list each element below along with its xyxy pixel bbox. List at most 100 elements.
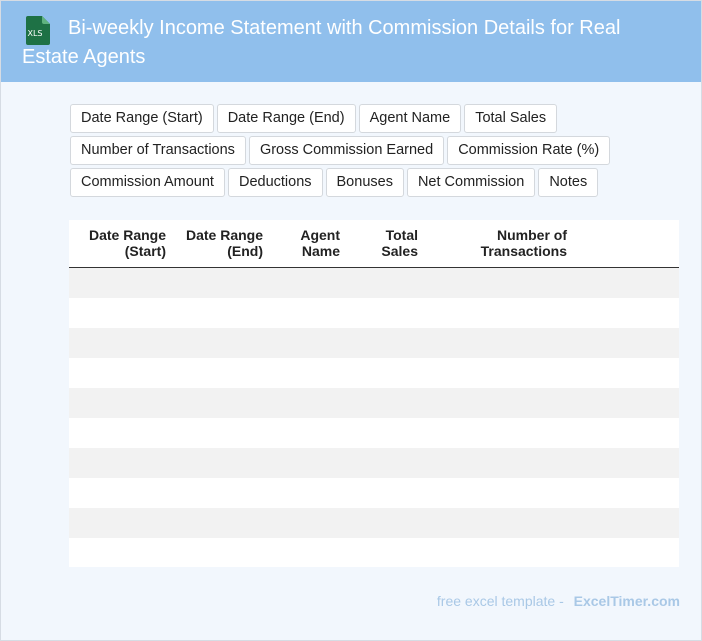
table-cell[interactable] — [271, 507, 348, 538]
table-cell[interactable] — [575, 447, 679, 478]
footer-brand-link[interactable]: ExcelTimer.com — [574, 593, 680, 609]
table-cell[interactable] — [575, 387, 679, 418]
column-header-label: Total — [385, 227, 418, 244]
table-body — [69, 267, 679, 567]
table-cell[interactable] — [426, 447, 575, 478]
table-cell[interactable] — [69, 357, 174, 388]
field-chip[interactable]: Gross Commission Earned — [248, 136, 445, 165]
commission-table-container[interactable]: Date Range (Start) Date Range (End) Agent Nam… — [69, 220, 679, 567]
table-cell[interactable] — [348, 357, 426, 388]
field-chip[interactable]: Commission Amount — [70, 168, 225, 197]
table-cell[interactable] — [426, 297, 575, 328]
table-cell[interactable] — [426, 387, 575, 418]
page-frame: XLS Bi-weekly Income Statement with Comm… — [0, 0, 702, 641]
table-cell[interactable] — [575, 357, 679, 388]
table-cell[interactable] — [348, 327, 426, 358]
table-cell[interactable] — [348, 477, 426, 508]
table-cell[interactable] — [174, 387, 271, 418]
table-row — [69, 387, 679, 418]
field-chip-row: Commission Amount Deductions Bonuses Net Co… — [70, 168, 650, 197]
field-chip[interactable]: Agent Name — [358, 104, 462, 133]
table-cell[interactable] — [271, 447, 348, 478]
field-chip-list: Date Range (Start) Date Range (End) Agent … — [70, 104, 650, 200]
field-chip[interactable]: Total Sales — [464, 104, 558, 133]
table-cell[interactable] — [348, 507, 426, 538]
table-cell[interactable] — [575, 327, 679, 358]
footer-text: free excel template - — [436, 593, 564, 609]
table-cell[interactable] — [426, 327, 575, 358]
table-row — [69, 507, 679, 538]
column-header-label: Agent — [300, 227, 340, 244]
table-cell[interactable] — [426, 357, 575, 388]
table-cell[interactable] — [575, 537, 679, 567]
field-chip[interactable]: Deductions — [227, 168, 323, 197]
table-cell[interactable] — [575, 417, 679, 448]
table-cell[interactable] — [69, 447, 174, 478]
table-cell[interactable] — [271, 267, 348, 298]
table-cell[interactable] — [69, 297, 174, 328]
table-cell[interactable] — [426, 537, 575, 567]
field-chip[interactable]: Notes — [538, 168, 599, 197]
table-cell[interactable] — [348, 267, 426, 298]
table-row — [69, 327, 679, 358]
table-cell[interactable] — [69, 507, 174, 538]
table-cell[interactable] — [426, 507, 575, 538]
table-cell[interactable] — [271, 387, 348, 418]
field-chip[interactable]: Number of Transactions — [70, 136, 246, 165]
table-row — [69, 267, 679, 298]
table-cell[interactable] — [348, 417, 426, 448]
table-cell[interactable] — [174, 297, 271, 328]
column-header[interactable]: Number of Transactions — [426, 220, 575, 268]
table-cell[interactable] — [348, 387, 426, 418]
table-cell[interactable] — [426, 417, 575, 448]
column-header-label: Date Range — [185, 227, 263, 244]
table-cell[interactable] — [575, 477, 679, 508]
table-cell[interactable] — [271, 477, 348, 508]
table-cell[interactable] — [174, 417, 271, 448]
column-header-label: Name — [301, 243, 340, 260]
column-header[interactable]: Total Sales — [348, 220, 426, 268]
table-cell[interactable] — [271, 327, 348, 358]
field-chip[interactable]: Bonuses — [325, 168, 404, 197]
table-cell[interactable] — [69, 537, 174, 567]
table-row — [69, 357, 679, 388]
field-chip[interactable]: Net Commission — [406, 168, 536, 197]
field-chip[interactable]: Date Range (End) — [216, 104, 356, 133]
table-cell[interactable] — [69, 267, 174, 298]
column-header-label: Sales — [381, 243, 418, 260]
table-cell[interactable] — [174, 357, 271, 388]
table-cell[interactable] — [174, 447, 271, 478]
field-chip[interactable]: Date Range (Start) — [70, 104, 214, 133]
table-cell[interactable] — [426, 477, 575, 508]
table-cell[interactable] — [348, 297, 426, 328]
table-cell[interactable] — [271, 357, 348, 388]
table-cell[interactable] — [575, 267, 679, 298]
table-cell[interactable] — [271, 417, 348, 448]
table-cell[interactable] — [174, 537, 271, 567]
table-cell[interactable] — [69, 387, 174, 418]
table-cell[interactable] — [575, 507, 679, 538]
table-cell[interactable] — [69, 477, 174, 508]
column-header[interactable]: Agent Name — [271, 220, 348, 268]
column-header[interactable]: Date Range (End) — [174, 220, 271, 268]
table-row — [69, 447, 679, 478]
column-header[interactable]: Date Range (Start) — [69, 220, 174, 268]
table-cell[interactable] — [348, 447, 426, 478]
column-header[interactable]: Gross CommissionEarned — [575, 220, 679, 268]
table-cell[interactable] — [348, 537, 426, 567]
field-chip-row: Number of Transactions Gross Commission E… — [70, 136, 650, 165]
table-cell[interactable] — [174, 477, 271, 508]
commission-table: Date Range (Start) Date Range (End) Agent Nam… — [69, 220, 679, 567]
field-chip[interactable]: Commission Rate (%) — [447, 136, 611, 165]
table-row — [69, 297, 679, 328]
table-cell[interactable] — [69, 327, 174, 358]
table-cell[interactable] — [426, 267, 575, 298]
table-cell[interactable] — [575, 297, 679, 328]
table-row — [69, 477, 679, 508]
table-cell[interactable] — [174, 507, 271, 538]
table-cell[interactable] — [69, 417, 174, 448]
table-cell[interactable] — [174, 327, 271, 358]
table-cell[interactable] — [271, 537, 348, 567]
table-cell[interactable] — [174, 267, 271, 298]
table-cell[interactable] — [271, 297, 348, 328]
